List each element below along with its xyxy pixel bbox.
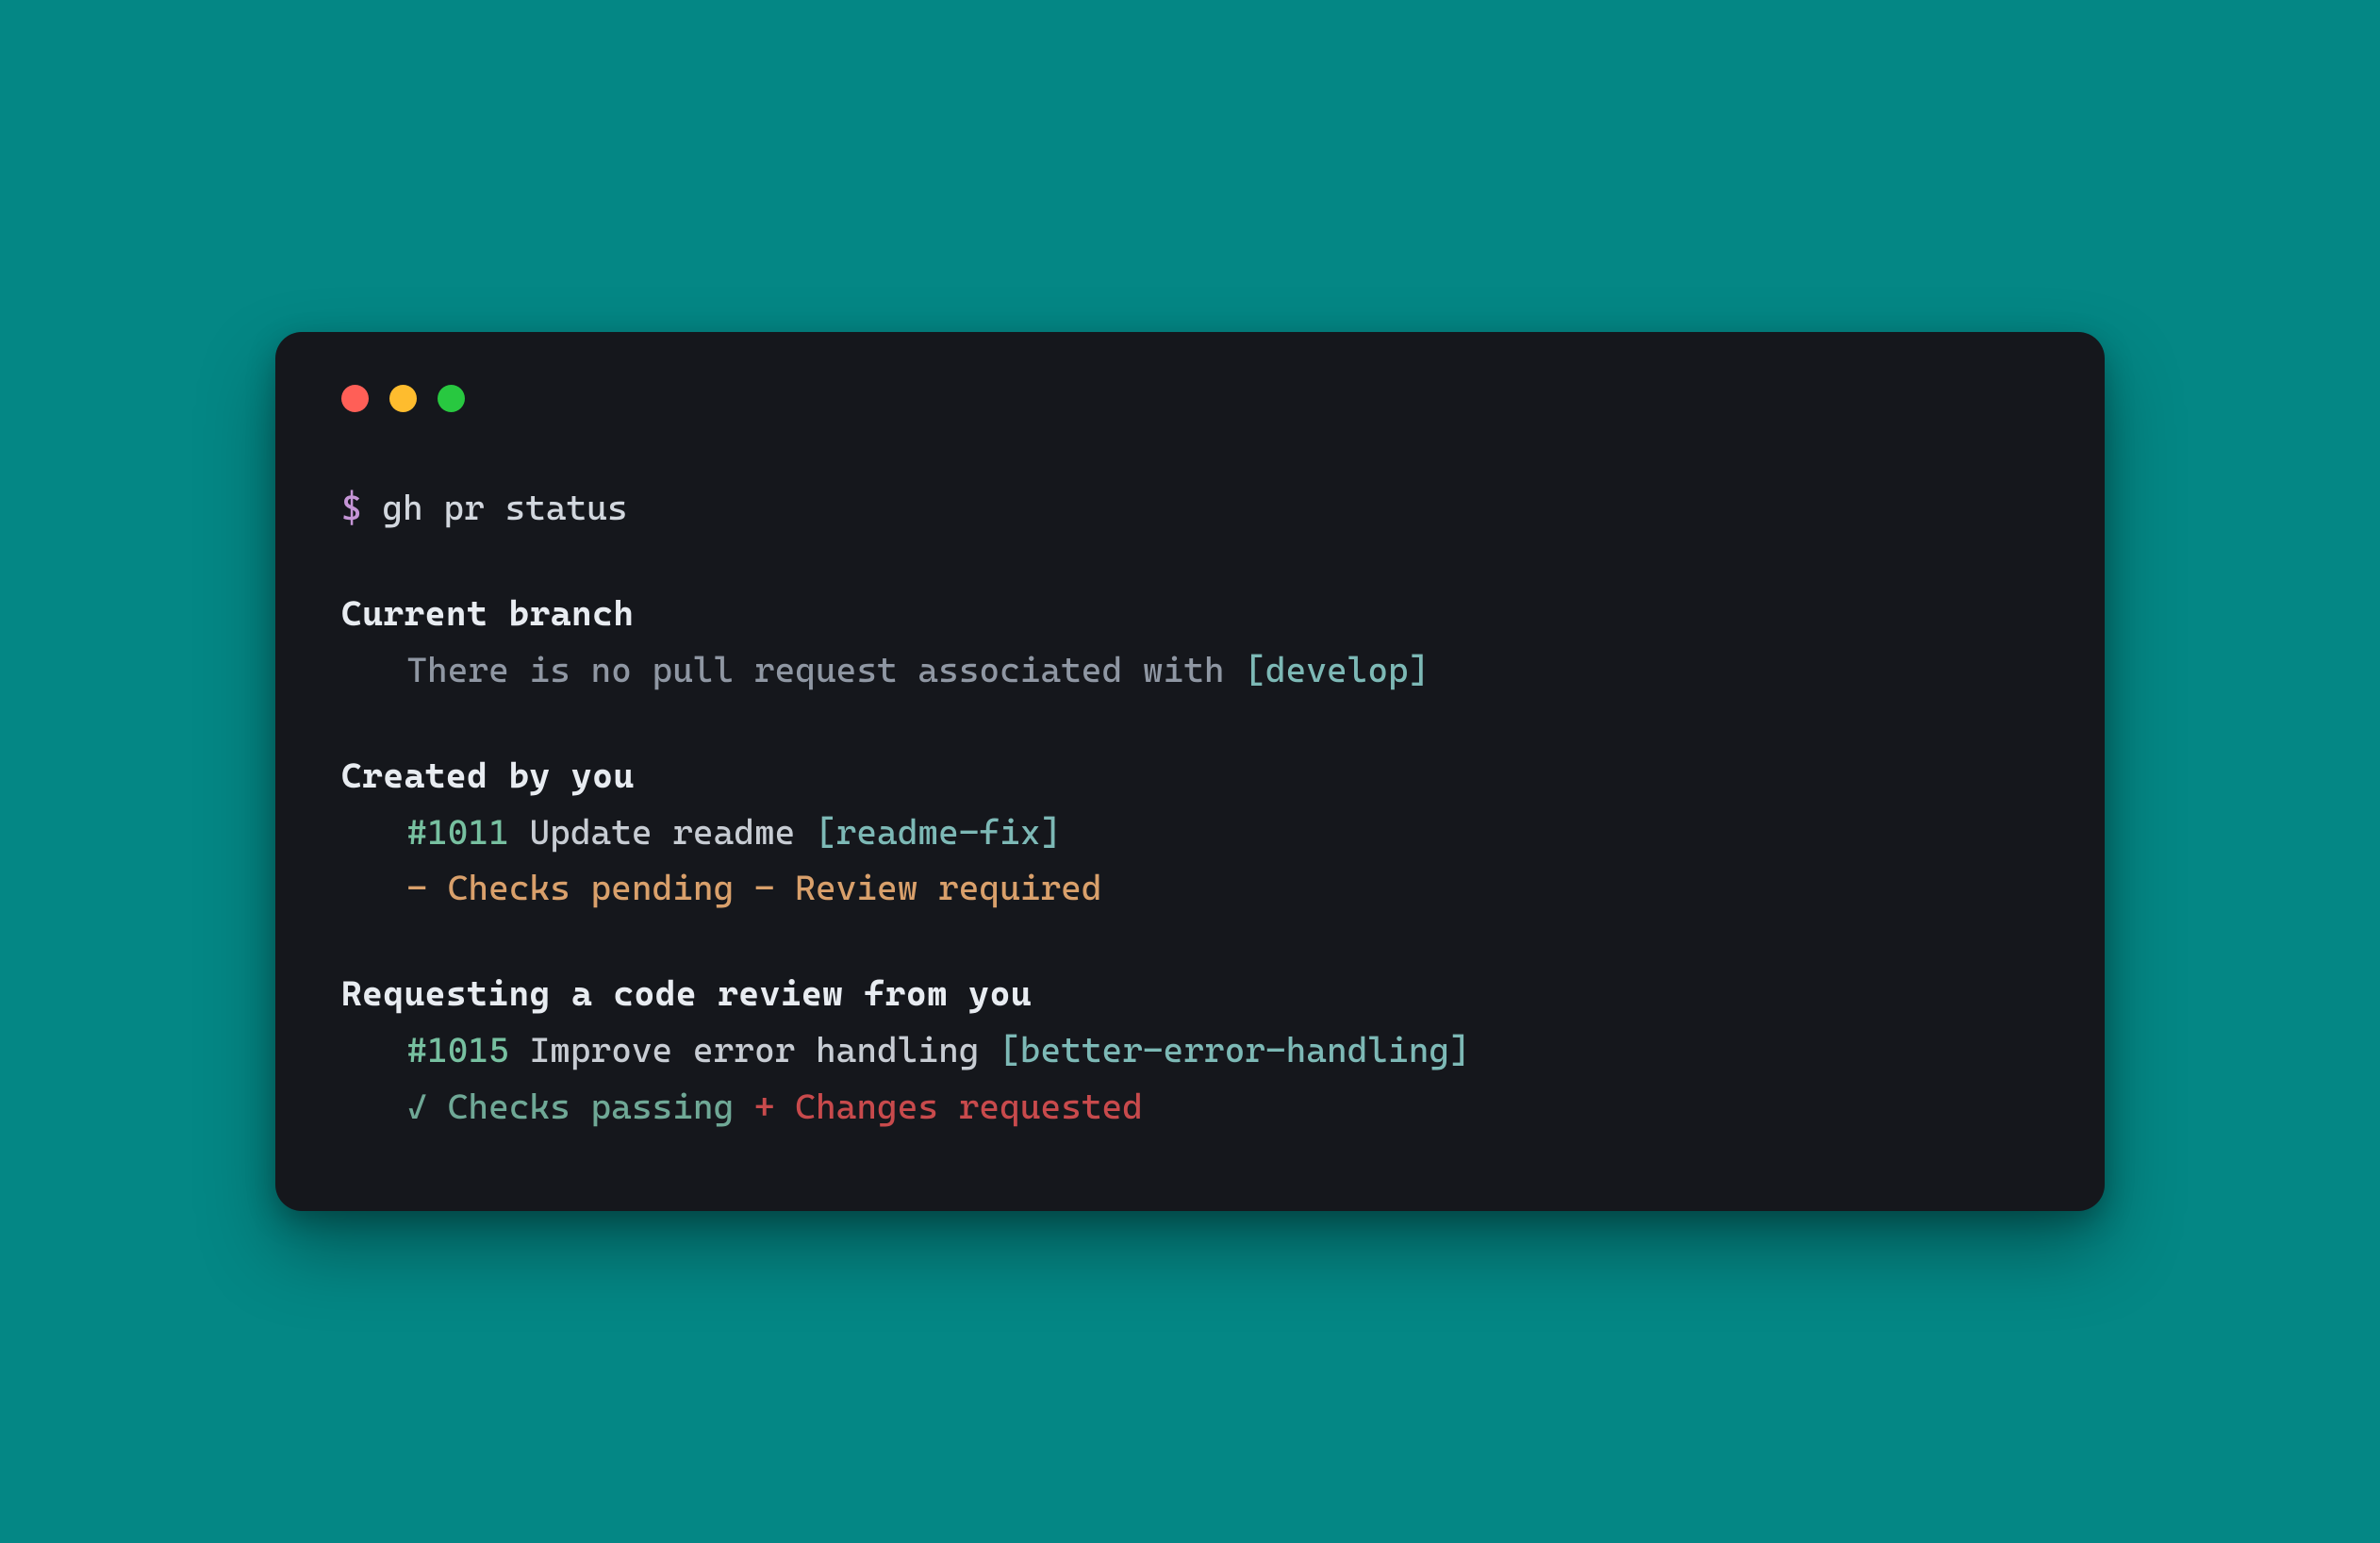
window-controls [341,385,2039,412]
changes-requested-status: Changes requested [795,1087,1143,1127]
close-icon[interactable] [341,385,369,412]
section-heading: Current branch [341,586,2039,642]
terminal-window: $ gh pr status Current branch There is n… [275,332,2105,1211]
branch-name: [develop] [1245,650,1429,690]
minimize-icon[interactable] [389,385,417,412]
pr-status-row: - Checks pending - Review required [341,860,2039,917]
checks-pending-status: - Checks pending - Review required [406,868,1101,908]
message-text: There is no pull request associated with [406,650,1245,690]
section-current-branch: Current branch There is no pull request … [341,586,2039,699]
terminal-content: $ gh pr status Current branch There is n… [341,480,2039,1136]
pr-branch: [better-error-handling] [1000,1030,1470,1070]
review-separator: + [734,1087,795,1127]
pr-number: #1011 [406,812,508,853]
pr-title: Improve error handling [529,1030,979,1070]
pr-row: #1011 Update readme [readme-fix] [341,805,2039,861]
maximize-icon[interactable] [438,385,465,412]
section-heading: Created by you [341,748,2039,805]
pr-row: #1015 Improve error handling [better-err… [341,1022,2039,1079]
command-text: gh pr status [382,488,627,528]
pr-status-row: ✓ Checks passing + Changes requested [341,1079,2039,1136]
command-line: $ gh pr status [341,480,2039,537]
prompt-symbol: $ [341,488,362,528]
section-requesting-review: Requesting a code review from you #1015 … [341,966,2039,1136]
checks-passing-status: ✓ Checks passing [406,1087,734,1127]
pr-title: Update readme [529,812,795,853]
section-created-by-you: Created by you #1011 Update readme [read… [341,748,2039,918]
current-branch-message: There is no pull request associated with… [341,642,2039,699]
section-heading: Requesting a code review from you [341,966,2039,1022]
pr-branch: [readme-fix] [816,812,1061,853]
pr-number: #1015 [406,1030,508,1070]
